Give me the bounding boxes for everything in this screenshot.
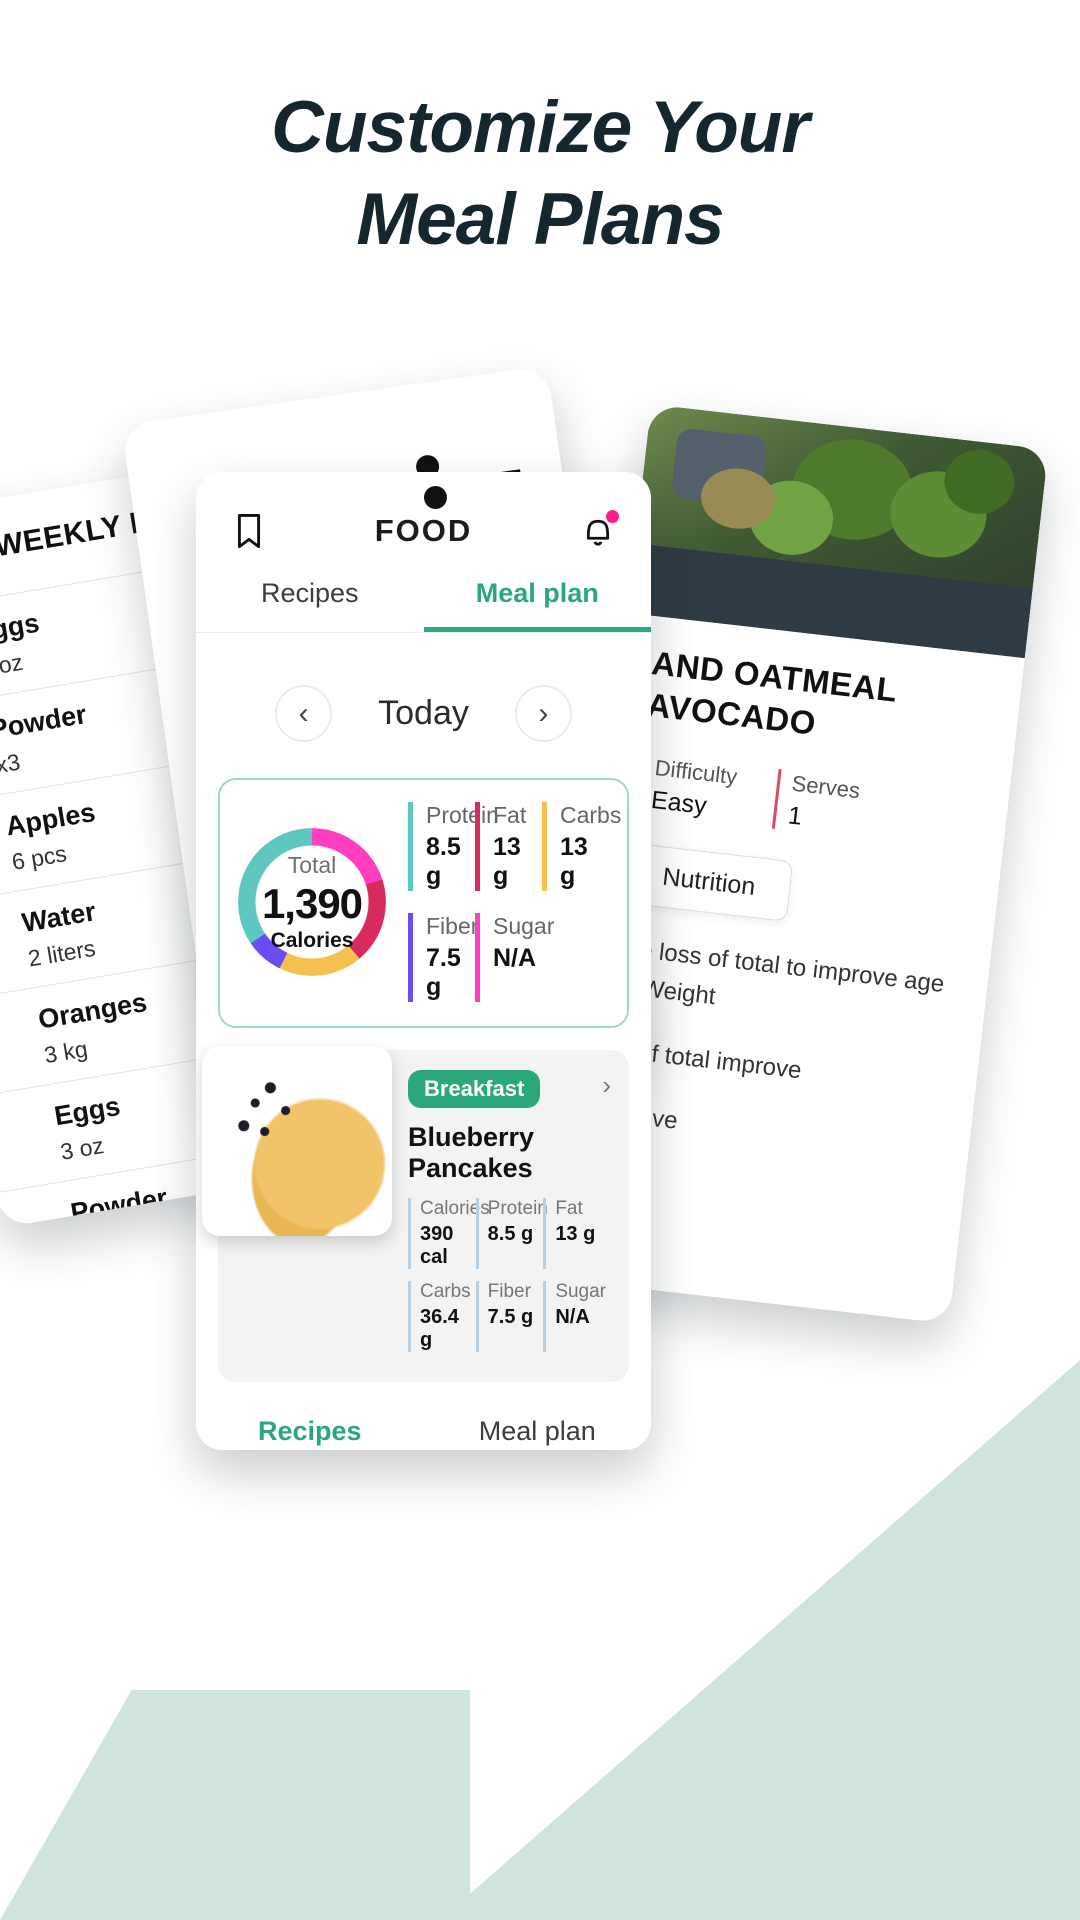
macro-value: 8.5 g xyxy=(426,833,461,890)
page-headline: Customize Your Meal Plans xyxy=(0,82,1080,266)
next-day-button[interactable]: › xyxy=(514,685,572,742)
meal-entry-card[interactable]: Breakfast Blueberry Pancakes Calories 39… xyxy=(202,1046,629,1382)
meal-details: Breakfast Blueberry Pancakes Calories 39… xyxy=(392,1050,629,1382)
macro-value: 13 g xyxy=(492,833,521,890)
meal-stat-protein: Protein 8.5 g xyxy=(475,1198,548,1269)
meal-name: Blueberry Pancakes xyxy=(408,1122,535,1183)
notification-dot xyxy=(606,510,619,523)
meal-stat-carbs: Carbs 36.4 g xyxy=(408,1281,476,1352)
macro-label: Fiber xyxy=(426,913,479,939)
phone-stack: ‹ WEEKLY LIST Eggs 3 oz Powder x3 Apples… xyxy=(0,0,1080,1920)
macro-label: Protein xyxy=(426,802,499,828)
macro-spacer xyxy=(542,913,609,1002)
macro-fiber: Fiber 7.5 g xyxy=(408,913,479,1002)
headline-line-2: Meal Plans xyxy=(356,179,724,260)
total-calories: 1,390 xyxy=(261,879,363,927)
macro-list: Protein 8.5 g Fat 13 g Carbs 13 g Fiber … xyxy=(386,802,622,1002)
stat-label: Carbs xyxy=(420,1281,471,1302)
macro-value: 7.5 g xyxy=(426,944,461,1001)
macro-label: Carbs xyxy=(559,802,622,828)
recipe-hero-image xyxy=(627,404,1049,659)
macro-label: Fat xyxy=(492,802,527,828)
stat-value: N/A xyxy=(555,1306,590,1328)
tab-meal-plan[interactable]: Meal plan xyxy=(423,578,651,632)
app-header: FOOD xyxy=(196,472,651,564)
recipe-paragraph: the loss of total to improve age g. Weig… xyxy=(613,934,946,1011)
recipe-paragraph: ss of total improve xyxy=(606,1035,803,1085)
recipe-meta-serves: Serves 1 xyxy=(771,768,862,839)
macro-sugar: Sugar N/A xyxy=(474,913,555,1002)
page-title: FOOD xyxy=(374,513,473,548)
day-navigator: ‹ Today › xyxy=(196,633,651,778)
stat-label: Sugar xyxy=(555,1281,607,1302)
stat-label: Calories xyxy=(420,1198,490,1219)
stat-value: 13 g xyxy=(555,1223,596,1245)
day-label: Today xyxy=(378,694,469,732)
meal-stat-sugar: Sugar N/A xyxy=(543,1281,611,1352)
meal-stat-fat: Fat 13 g xyxy=(543,1198,611,1269)
macro-carbs: Carbs 13 g xyxy=(541,802,622,891)
stat-value: 7.5 g xyxy=(487,1306,534,1328)
headline-line-1: Customize Your xyxy=(271,87,810,168)
ring-caption: Total xyxy=(287,851,337,878)
macro-value: N/A xyxy=(492,944,537,972)
tab-recipes-bottom[interactable]: Recipes xyxy=(196,1416,424,1450)
macro-fat: Fat 13 g xyxy=(474,802,542,891)
stat-label: Fiber xyxy=(487,1281,531,1302)
stat-value: 36.4 g xyxy=(420,1306,459,1351)
stat-value: 8.5 g xyxy=(487,1223,534,1245)
bottom-tabs: Recipes Meal plan xyxy=(196,1416,651,1450)
meta-label: Serves xyxy=(790,770,862,804)
top-tabs: Recipes Meal plan xyxy=(196,578,651,633)
macro-protein: Protein 8.5 g xyxy=(408,802,499,891)
meal-stat-fiber: Fiber 7.5 g xyxy=(475,1281,544,1352)
recipe-title: AND OATMEAL AVOCADO xyxy=(645,644,899,742)
meta-value: 1 xyxy=(786,801,804,831)
tab-recipes[interactable]: Recipes xyxy=(196,578,424,632)
chevron-right-icon[interactable]: › xyxy=(602,1070,611,1101)
meal-thumbnail xyxy=(202,1046,392,1236)
meal-stat-calories: Calories 390 cal xyxy=(408,1198,490,1269)
stat-label: Fat xyxy=(555,1198,583,1219)
meta-label: Difficulty xyxy=(653,755,739,790)
bell-icon[interactable] xyxy=(575,508,621,554)
bookmark-icon[interactable] xyxy=(226,508,272,554)
main-phone: FOOD Recipes Meal plan ‹ Today › Total 1… xyxy=(196,472,651,1450)
meal-type-badge: Breakfast xyxy=(408,1070,541,1108)
calories-unit: Calories xyxy=(270,928,354,952)
macro-label: Sugar xyxy=(492,913,555,939)
meal-nutrition-grid: Calories 390 cal Protein 8.5 g Fat 13 g … xyxy=(408,1198,611,1364)
meta-value: Easy xyxy=(649,785,709,820)
tab-meal-plan-bottom[interactable]: Meal plan xyxy=(424,1416,652,1450)
camera-dot xyxy=(424,486,447,509)
calorie-ring-chart: Total 1,390 Calories xyxy=(238,828,386,976)
nutrition-summary-card: Total 1,390 Calories Protein 8.5 g Fat 1… xyxy=(218,778,629,1028)
recipe-meta: Difficulty Easy Serves 1 xyxy=(634,753,980,851)
stat-value: 390 cal xyxy=(420,1223,454,1268)
prev-day-button[interactable]: ‹ xyxy=(275,685,333,742)
macro-value: 13 g xyxy=(559,833,588,890)
stat-label: Protein xyxy=(487,1198,548,1219)
